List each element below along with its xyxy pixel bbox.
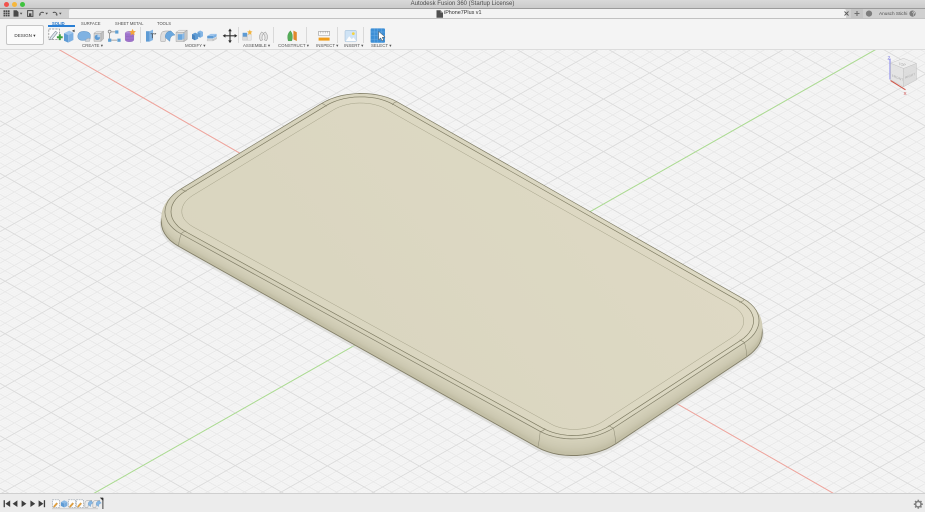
svg-text:X: X — [904, 91, 907, 96]
svg-text:Z: Z — [888, 56, 891, 61]
svg-text:?: ? — [912, 11, 915, 17]
